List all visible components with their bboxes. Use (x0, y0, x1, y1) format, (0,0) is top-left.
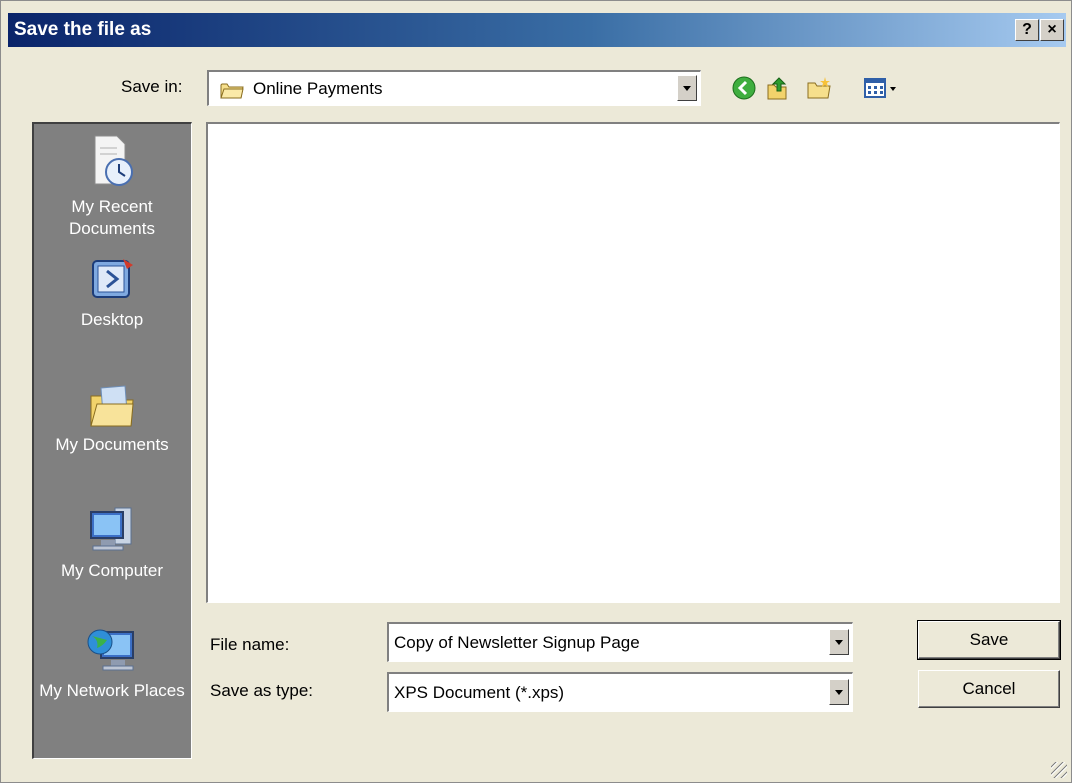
place-label: My Computer (60, 561, 164, 580)
save-file-dialog: Save the file as ? × Save in: Online Pay… (0, 0, 1072, 783)
chevron-down-icon[interactable] (829, 679, 849, 705)
place-label: My Documents (55, 435, 169, 454)
place-label: My Network Places (39, 681, 185, 700)
place-network[interactable]: My Network Places (34, 624, 190, 702)
desktop-icon (92, 259, 133, 298)
file-list[interactable] (206, 122, 1060, 603)
new-folder-icon[interactable] (806, 75, 832, 101)
place-label: Desktop (80, 310, 144, 329)
title-bar[interactable]: Save the file as ? × (8, 13, 1066, 47)
my-computer-icon (90, 507, 132, 551)
network-places-icon (87, 629, 134, 671)
save-as-type-value: XPS Document (*.xps) (394, 683, 565, 702)
file-name-value: Copy of Newsletter Signup Page (394, 633, 640, 652)
save-in-label: Save in: (121, 77, 183, 96)
resize-grip[interactable] (1051, 762, 1067, 778)
save-as-type-dropdown[interactable]: XPS Document (*.xps) (387, 672, 853, 712)
window-title: Save the file as (14, 19, 152, 40)
help-button[interactable]: ? (1015, 19, 1039, 41)
chevron-down-icon[interactable] (677, 75, 697, 101)
place-recent-documents[interactable]: My Recent Documents (34, 132, 190, 240)
close-button[interactable]: × (1040, 19, 1064, 41)
save-button[interactable]: Save (917, 620, 1061, 660)
save-in-dropdown[interactable]: Online Payments (207, 70, 701, 106)
place-label: My Recent Documents (69, 197, 155, 238)
file-name-label: File name: (210, 635, 290, 654)
cancel-button[interactable]: Cancel (918, 670, 1060, 708)
folder-icon (220, 83, 244, 99)
file-name-input[interactable]: Copy of Newsletter Signup Page (387, 622, 853, 662)
chevron-down-icon[interactable] (829, 629, 849, 655)
places-bar: My Recent Documents Desktop My Documents (32, 122, 192, 759)
save-in-value: Online Payments (253, 79, 383, 98)
recent-documents-icon (94, 135, 133, 186)
save-as-type-label: Save as type: (210, 681, 314, 700)
my-documents-icon (90, 385, 134, 427)
back-icon[interactable] (731, 75, 757, 101)
up-folder-icon[interactable] (764, 75, 790, 101)
place-my-documents[interactable]: My Documents (34, 382, 190, 456)
views-menu-icon[interactable] (863, 75, 903, 101)
place-desktop[interactable]: Desktop (34, 257, 190, 331)
place-my-computer[interactable]: My Computer (34, 504, 190, 582)
